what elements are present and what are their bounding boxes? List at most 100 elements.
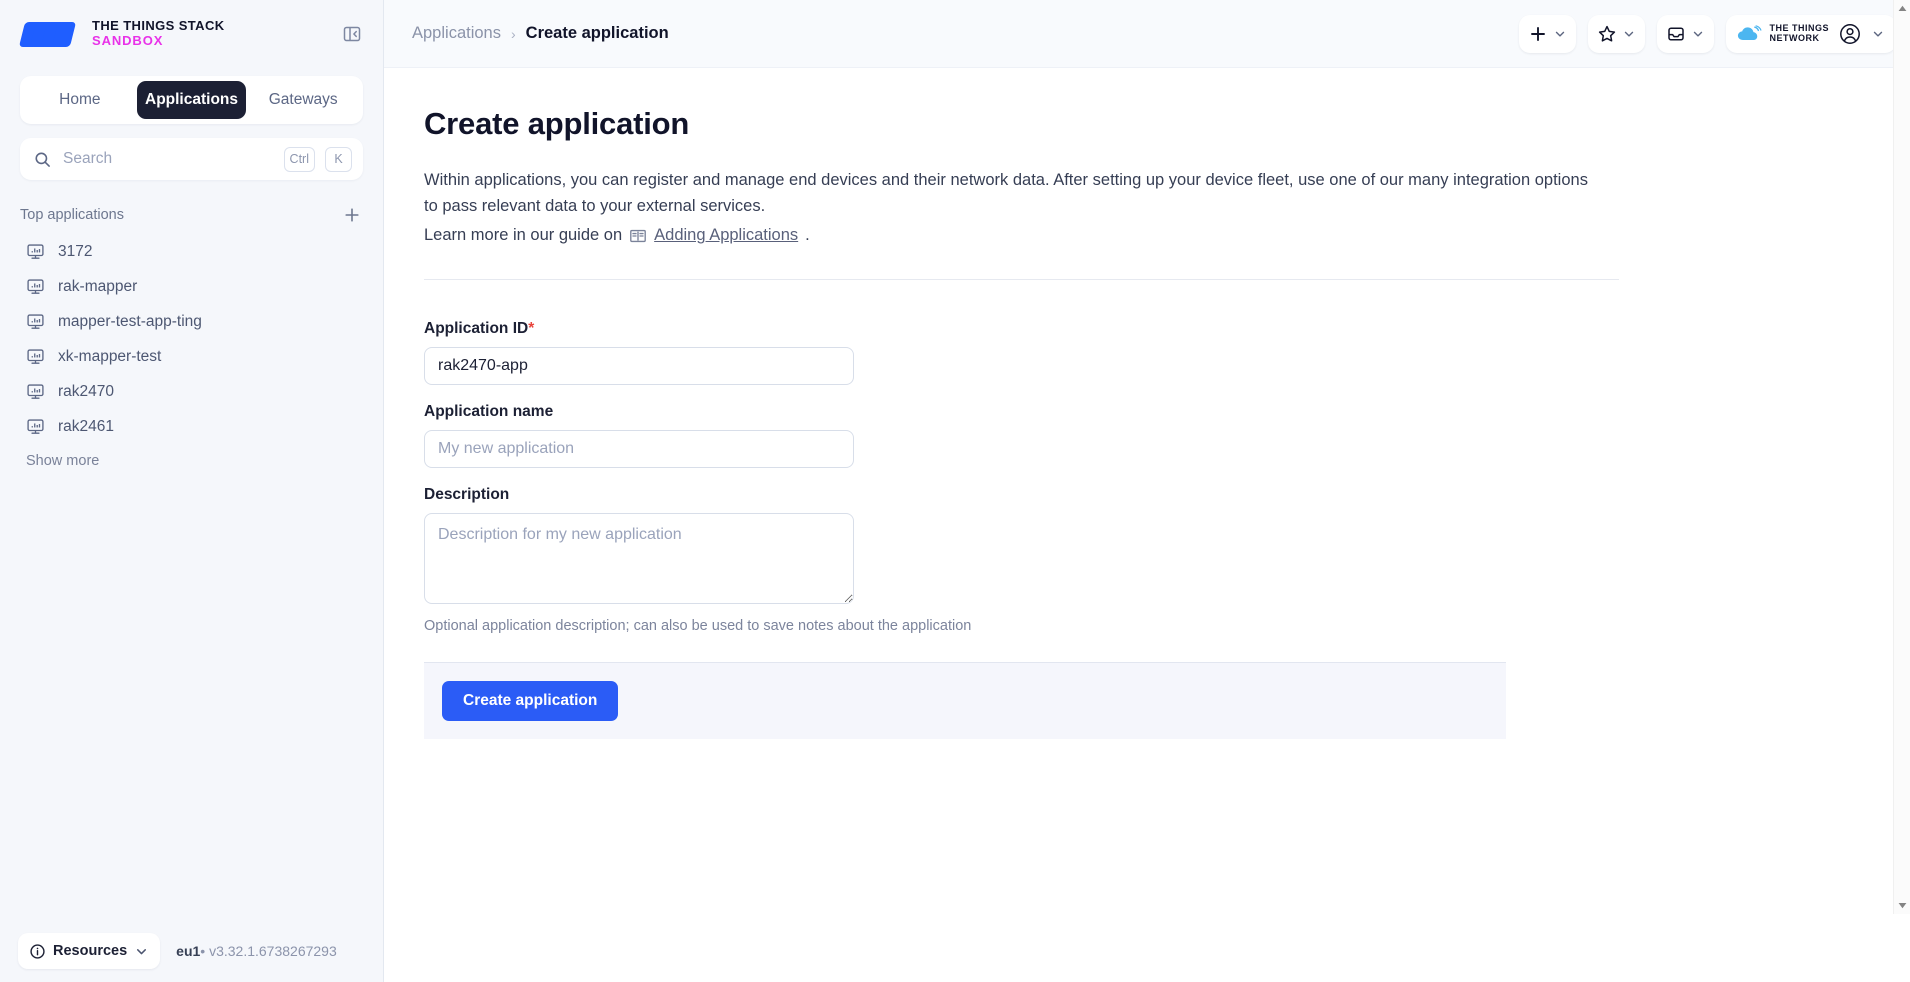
chevron-up-icon <box>1898 5 1907 11</box>
sidebar-footer: Resources eu1• v3.32.1.6738267293 <box>0 920 383 982</box>
user-avatar-icon <box>1840 23 1860 44</box>
search-icon <box>35 151 50 167</box>
application-id-label: Application ID* <box>424 320 1828 338</box>
org-line-2: NETWORK <box>1769 32 1820 43</box>
version-number: v3.32.1.6738267293 <box>209 943 337 959</box>
breadcrumb-separator: › <box>510 25 516 42</box>
inbox-icon <box>1668 26 1685 41</box>
application-id-input[interactable] <box>424 347 854 386</box>
star-icon <box>1599 25 1616 42</box>
application-icon <box>27 244 44 259</box>
description-helper-text: Optional application description; can al… <box>424 618 972 635</box>
resources-label: Resources <box>53 943 128 959</box>
create-application-form: Application ID* Application name Descrip… <box>424 320 1828 740</box>
list-item-label: 3172 <box>58 242 93 260</box>
description-textarea[interactable] <box>424 513 854 605</box>
info-icon <box>30 943 45 959</box>
cloud-icon <box>1738 24 1762 40</box>
list-item[interactable]: rak-mapper <box>0 269 383 304</box>
topbar: Applications › Create application THE TH… <box>384 0 1910 68</box>
list-item-label: xk-mapper-test <box>58 347 162 365</box>
main-area: Applications › Create application THE TH… <box>384 0 1910 982</box>
application-name-input[interactable] <box>424 430 854 469</box>
list-item-label: rak2461 <box>58 417 115 435</box>
list-item[interactable]: mapper-test-app-ting <box>0 304 383 339</box>
list-item[interactable]: 3172 <box>0 234 383 269</box>
top-applications-header: Top applications <box>20 204 363 226</box>
field-application-name: Application name <box>424 403 1828 469</box>
list-item-label: rak2470 <box>58 382 115 400</box>
things-network-logo: THE THINGS NETWORK <box>1737 23 1829 43</box>
brand-logo[interactable]: THE THINGS STACK SANDBOX <box>18 19 339 49</box>
version-info: eu1• v3.32.1.6738267293 <box>176 943 337 959</box>
show-more-link[interactable]: Show more <box>0 444 383 469</box>
form-submit-panel: Create application <box>424 662 1506 740</box>
create-application-button[interactable]: Create application <box>442 681 619 722</box>
section-divider <box>424 279 1619 281</box>
tab-applications[interactable]: Applications <box>136 81 247 119</box>
list-item[interactable]: xk-mapper-test <box>0 339 383 374</box>
top-applications-title: Top applications <box>20 207 124 223</box>
vertical-scrollbar[interactable] <box>1893 0 1910 914</box>
brand-line-1: THE THINGS STACK <box>92 18 225 34</box>
chevron-down-icon <box>137 948 147 954</box>
brand-line-2: SANDBOX <box>92 33 164 48</box>
notifications-button[interactable] <box>1657 14 1715 53</box>
things-network-wordmark: THE THINGS NETWORK <box>1769 23 1829 43</box>
page-title: Create application <box>424 106 690 141</box>
version-separator: • <box>200 943 206 959</box>
resources-button[interactable]: Resources <box>18 933 161 969</box>
list-item-label: mapper-test-app-ting <box>58 312 202 330</box>
scroll-up-arrow[interactable] <box>1894 0 1910 17</box>
required-marker: * <box>528 320 535 338</box>
brand-text: THE THINGS STACK SANDBOX <box>92 19 225 48</box>
things-stack-logo-icon <box>18 19 79 49</box>
sidebar-search[interactable]: Ctrl K <box>20 138 363 180</box>
search-input[interactable] <box>61 149 274 169</box>
application-icon <box>27 349 44 364</box>
list-item[interactable]: rak2470 <box>0 374 383 409</box>
sidebar: THE THINGS STACK SANDBOX Home Applicatio… <box>0 0 384 982</box>
tab-home[interactable]: Home <box>25 81 135 119</box>
application-list: 3172 rak-mapper mapper-test-app-ting xk-… <box>0 234 383 444</box>
application-name-label: Application name <box>424 403 554 421</box>
chevron-down-icon <box>1694 31 1703 37</box>
application-id-label-text: Application ID <box>424 320 529 338</box>
plus-icon <box>1531 26 1546 41</box>
page-content: Create application Within applications, … <box>384 68 1910 982</box>
search-shortcut-key: K <box>325 146 352 172</box>
page-description: Within applications, you can register an… <box>424 171 1588 215</box>
breadcrumb: Applications › Create application <box>412 24 1519 43</box>
application-icon <box>27 419 44 434</box>
tab-gateways[interactable]: Gateways <box>248 81 358 119</box>
adding-applications-link[interactable]: Adding Applications <box>654 226 798 245</box>
breadcrumb-item-current: Create application <box>525 24 669 42</box>
learn-more-suffix: . <box>805 226 810 245</box>
add-application-icon[interactable] <box>341 204 363 226</box>
learn-more-line: Learn more in our guide on Adding Applic… <box>424 226 1828 245</box>
cluster-label: eu1 <box>176 943 201 959</box>
sidebar-tabs: Home Applications Gateways <box>20 76 363 124</box>
chevron-down-icon <box>1625 31 1634 37</box>
description-label: Description <box>424 486 510 504</box>
sidebar-collapse-icon[interactable] <box>339 21 365 47</box>
application-icon <box>27 314 44 329</box>
list-item[interactable]: rak2461 <box>0 409 383 444</box>
add-button[interactable] <box>1519 14 1577 53</box>
field-application-id: Application ID* <box>424 320 1828 386</box>
chevron-down-icon <box>1556 31 1565 37</box>
field-description: Description Optional application descrip… <box>424 486 1828 634</box>
application-icon <box>27 384 44 399</box>
sidebar-header: THE THINGS STACK SANDBOX <box>0 0 383 68</box>
application-icon <box>27 279 44 294</box>
bookmarks-button[interactable] <box>1588 14 1646 53</box>
profile-button[interactable]: THE THINGS NETWORK <box>1726 14 1896 53</box>
chevron-down-icon <box>1898 903 1907 909</box>
chevron-down-icon <box>1873 31 1883 37</box>
topbar-actions: THE THINGS NETWORK <box>1519 14 1896 53</box>
scroll-down-arrow[interactable] <box>1894 897 1910 914</box>
list-item-label: rak-mapper <box>58 277 138 295</box>
learn-more-prefix: Learn more in our guide on <box>424 226 623 245</box>
search-shortcut-modifier: Ctrl <box>283 146 315 172</box>
breadcrumb-item-applications[interactable]: Applications <box>412 24 501 43</box>
